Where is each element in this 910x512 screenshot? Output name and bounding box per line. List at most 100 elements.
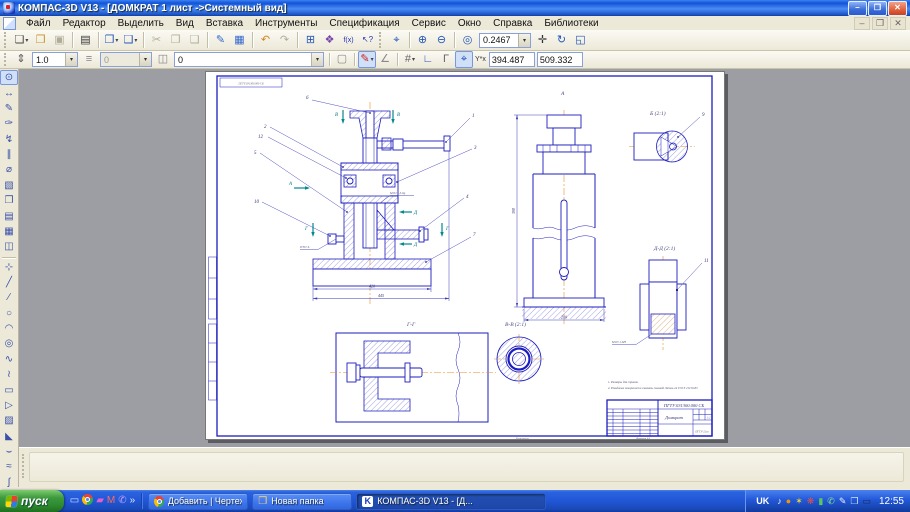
pink-app-icon[interactable]: ▰ [96,496,104,506]
chamfer-tool-button[interactable]: ◣ [0,429,18,444]
inserts-panel-button[interactable]: ◫ [0,239,18,254]
copy-properties-button[interactable]: ✎ [211,31,230,50]
update-icon[interactable]: ● [786,497,791,506]
volume-icon[interactable]: ♪ [777,497,782,506]
angle-button[interactable]: ∠ [376,51,394,68]
cut-button[interactable]: ✂ [147,31,166,50]
aux-line-tool-button[interactable]: ╱ [0,275,18,290]
menu-specification[interactable]: Спецификация [323,17,405,30]
coord-y-field[interactable]: 509.332 [537,52,583,67]
print-button[interactable]: ▤ [76,31,95,50]
mdi-restore-button[interactable]: ❐ [872,17,888,30]
menu-insert[interactable]: Вставка [200,17,249,30]
reports-panel-button[interactable]: ▦ [0,224,18,239]
zoom-area-button[interactable]: ◎ [458,31,477,50]
layer-combo[interactable]: 0▾ [100,52,152,67]
mdi-minimize-button[interactable]: – [854,17,870,30]
antivirus-icon[interactable]: ▮ [818,497,823,506]
clock[interactable]: 12:55 [879,496,904,507]
toolbar-drag-handle[interactable] [379,32,385,48]
bezier-tool-button[interactable]: ≀ [0,367,18,382]
zoom-selected-button[interactable]: ⌖ [387,31,406,50]
zoom-out-button[interactable]: ⊖ [432,31,451,50]
open-document-button[interactable]: ❒ [31,31,50,50]
toolbar-drag-handle[interactable] [4,32,10,48]
circle-tool-button[interactable]: ○ [0,306,18,321]
layers-button[interactable]: ≡ [80,51,98,68]
print-preview-button[interactable]: ❐▾ [102,31,121,50]
local-cs-button[interactable]: ∟ [419,51,437,68]
property-bar-handle[interactable] [22,454,24,478]
edit-panel-button[interactable]: ↯ [0,132,18,147]
hatch-tool-button[interactable]: ▨ [0,413,18,428]
equidistant-tool-button[interactable]: ≈ [0,459,18,474]
minimize-button[interactable]: – [848,1,867,16]
mdi-close-button[interactable]: ✕ [890,17,906,30]
save-document-button[interactable]: ▣ [50,31,69,50]
show-desktop-icon[interactable]: ▭ [70,496,79,506]
grid-button[interactable]: #▾ [401,51,419,68]
quick-launch-overflow[interactable]: » [130,496,136,506]
rectangle-tool-button[interactable]: ▭ [0,382,18,397]
refresh-button[interactable]: ↻ [552,31,571,50]
properties-button[interactable]: ▦ [230,31,249,50]
menu-file[interactable]: Файл [20,17,57,30]
phone-icon[interactable]: ✆ [827,497,835,506]
task-kompas[interactable]: KКОМПАС-3D V13 - [Д... [356,493,546,510]
snap-button[interactable]: ⌖ [455,51,473,68]
menu-window[interactable]: Окно [452,17,487,30]
menu-libraries[interactable]: Библиотеки [538,17,604,30]
zoom-in-button[interactable]: ⊕ [413,31,432,50]
restore-button[interactable]: ❐ [868,1,887,16]
drawing-canvas[interactable]: ПГТУ.031300.000 СБ [206,72,724,439]
task-new-folder[interactable]: ❒Новая папка [252,493,352,510]
close-button[interactable]: ✕ [888,1,907,16]
drawing-sheet[interactable]: ПГТУ.031300.000 СБ [205,71,725,440]
pen-style-button[interactable]: ✎▾ [358,51,376,68]
start-button[interactable]: пуск [0,490,64,512]
dimensions-panel-button[interactable]: ↔ [0,85,18,100]
window-icon[interactable]: ❐ [850,497,858,506]
library-manager-button[interactable]: ❖ [320,31,339,50]
display-icon[interactable]: ▭ [862,497,871,506]
pan-button[interactable]: ✛ [533,31,552,50]
parametrization-panel-button[interactable]: ∥ [0,147,18,162]
rounded-rect-button[interactable]: ▢ [333,51,351,68]
curve-tool-button[interactable]: ∿ [0,352,18,367]
variables-button[interactable]: ⊞ [301,31,320,50]
copy-button[interactable]: ❐ [166,31,185,50]
polygon-tool-button[interactable]: ▷ [0,398,18,413]
views-panel-button[interactable]: ❐ [0,193,18,208]
pencil-icon[interactable]: ✎ [839,497,847,506]
views-button[interactable]: ◫ [154,51,172,68]
language-indicator[interactable]: UK [756,496,769,506]
menu-tools[interactable]: Инструменты [249,17,323,30]
task-chrome-drawing[interactable]: Добавить | Чертеж... [148,493,248,510]
fillet-tool-button[interactable]: ⌣ [0,444,18,459]
menu-help[interactable]: Справка [487,17,538,30]
new-document-button[interactable]: ❏▾ [12,31,31,50]
zoom-combo[interactable]: 0.2467▾ [479,33,531,48]
segment-tool-button[interactable]: ∕ [0,290,18,305]
document-icon[interactable] [3,17,16,30]
toolbar-drag-handle[interactable] [4,53,10,67]
context-help-button[interactable]: ↖? [358,31,377,50]
chrome-icon[interactable] [82,494,93,508]
geometry-panel-button[interactable]: ⊙ [0,70,18,85]
menu-service[interactable]: Сервис [406,17,452,30]
messenger-icon[interactable]: ✆ [118,496,126,506]
point-tool-button[interactable]: ⊹ [0,259,18,274]
menu-editor[interactable]: Редактор [57,17,112,30]
ellipse-tool-button[interactable]: ◎ [0,336,18,351]
coord-x-field[interactable]: 394.487 [489,52,535,67]
annotations-panel-button[interactable]: ✎ [0,101,18,116]
paste-button[interactable]: ❏ [185,31,204,50]
scale-update-button[interactable]: ⇕ [12,51,30,68]
shield-icon[interactable]: ❋ [807,497,815,506]
functions-button[interactable]: f(x) [339,31,358,50]
undo-button[interactable]: ↶ [256,31,275,50]
show-all-button[interactable]: ◱ [571,31,590,50]
symbols-panel-button[interactable]: ✑ [0,116,18,131]
arc-tool-button[interactable]: ◠ [0,321,18,336]
menu-select[interactable]: Выделить [112,17,170,30]
